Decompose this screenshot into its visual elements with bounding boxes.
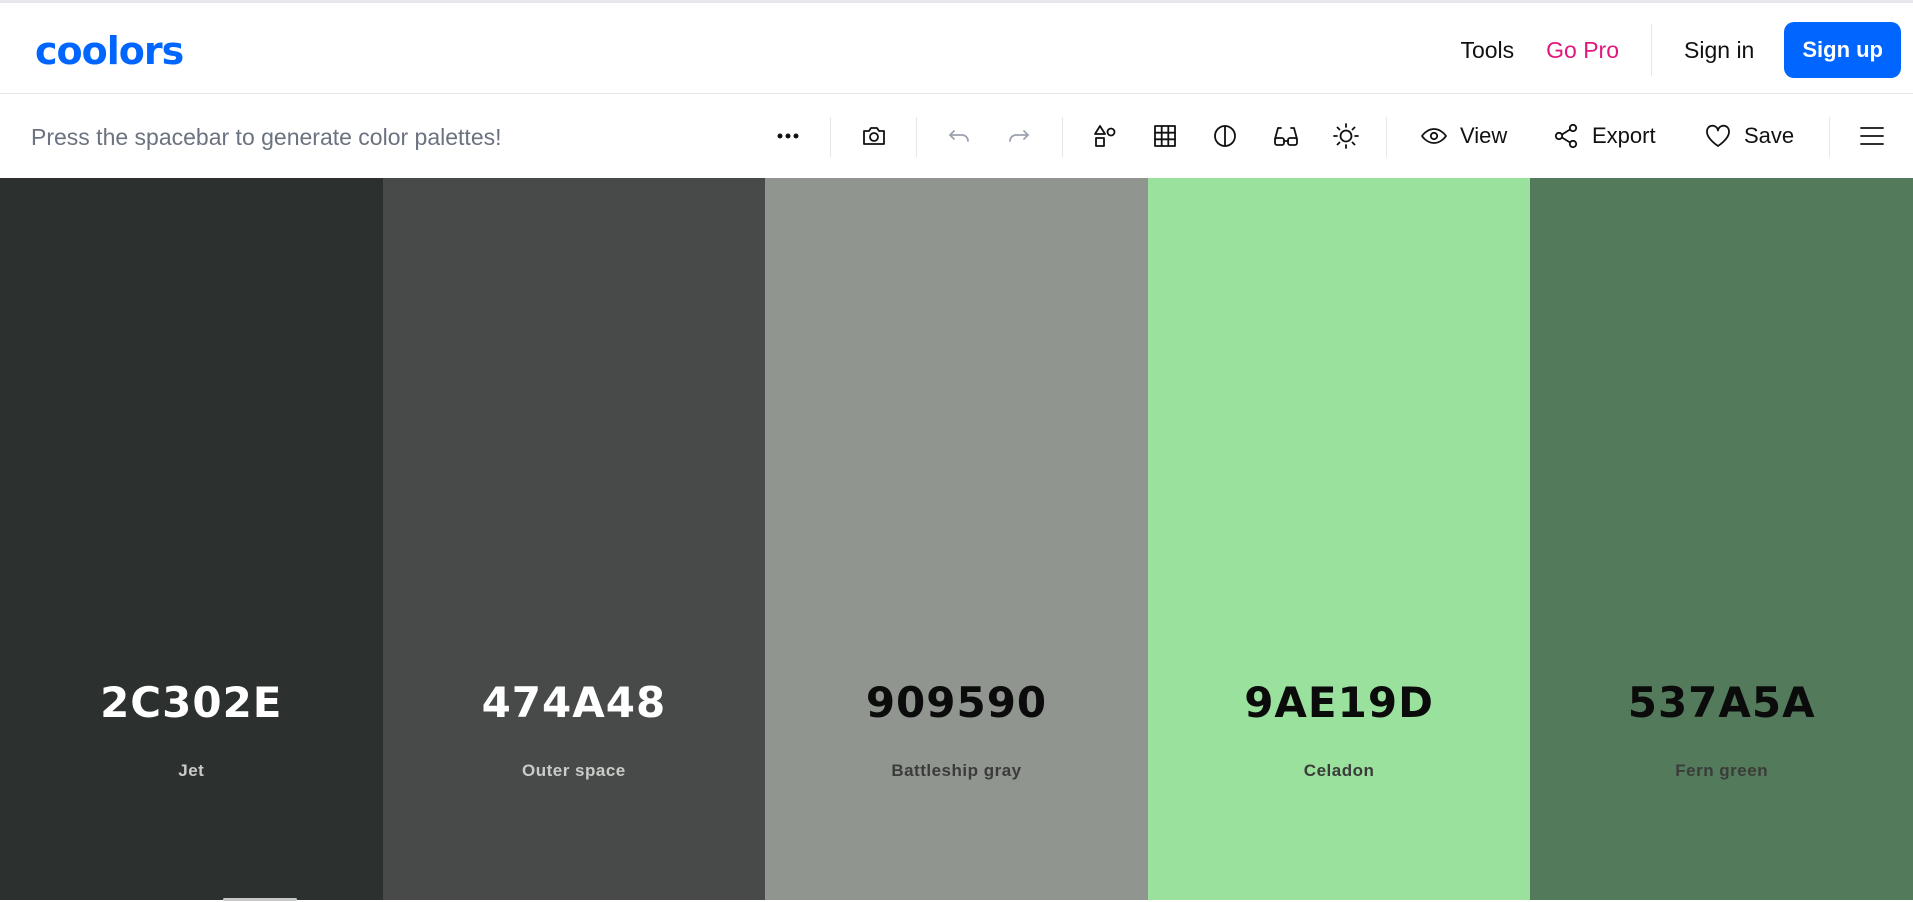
color-hex-code[interactable]: 2C302E [0,678,383,728]
more-icon [777,133,799,139]
heart-icon [1706,124,1730,147]
contrast-button[interactable] [1210,115,1240,157]
color-hex-code[interactable]: 537A5A [1530,678,1913,728]
color-hex-code[interactable]: 909590 [765,678,1148,728]
color-swatch[interactable]: 909590 Battleship gray [765,178,1148,900]
brightness-button[interactable] [1330,115,1362,157]
color-hex-code[interactable]: 9AE19D [1148,678,1531,728]
glasses-icon [1274,127,1298,146]
color-palette: 2C302E Jet 474A48 Outer space 909590 Bat… [0,178,1913,900]
menu-button[interactable] [1857,115,1887,157]
color-swatch[interactable]: 474A48 Outer space [382,178,766,900]
menu-icon [1860,127,1884,145]
color-swatch[interactable]: 537A5A Fern green [1530,178,1913,900]
nav-go-pro-link[interactable]: Go Pro [1530,22,1635,78]
grid-icon [1154,125,1176,147]
color-name: Outer space [522,761,626,780]
camera-icon [863,127,885,145]
spacebar-hint: Press the spacebar to generate color pal… [31,124,502,150]
save-button[interactable]: Save [1704,115,1794,157]
color-hex-code[interactable]: 474A48 [383,678,766,728]
undo-button[interactable] [944,115,974,157]
sun-icon [1333,123,1359,149]
export-label: Export [1592,123,1656,148]
eye-icon [1421,128,1447,144]
toolbar-divider [1062,117,1063,157]
color-name: Battleship gray [891,761,1022,780]
export-button[interactable]: Export [1552,115,1656,157]
share-icon [1554,123,1578,149]
grid-button[interactable] [1150,115,1180,157]
view-label: View [1460,123,1508,148]
color-blindness-button[interactable] [1270,115,1302,157]
shapes-button[interactable] [1090,115,1120,157]
toolbar-divider [1829,117,1830,157]
color-name: Fern green [1675,761,1769,780]
sign-up-button[interactable]: Sign up [1784,22,1901,78]
coolors-logo[interactable]: coolors [35,31,184,71]
color-name: Celadon [1303,761,1375,780]
color-name: Jet [178,761,205,780]
camera-button[interactable] [858,115,890,157]
site-header: coolors Tools Go Pro Sign in Sign up [0,3,1913,94]
shapes-icon [1094,125,1116,147]
generator-toolbar: Press the spacebar to generate color pal… [0,95,1913,178]
sign-in-link[interactable]: Sign in [1668,22,1770,78]
nav-tools-link[interactable]: Tools [1444,22,1530,78]
view-button[interactable]: View [1420,115,1507,157]
undo-icon [949,130,969,142]
color-swatch[interactable]: 2C302E Jet [0,178,383,900]
more-options-button[interactable] [772,115,804,157]
save-label: Save [1744,123,1795,148]
top-nav: Tools Go Pro Sign in Sign up [1444,22,1901,78]
toolbar-divider [1386,117,1387,157]
toolbar-divider [830,117,831,157]
horizontal-scrollbar[interactable] [223,898,297,901]
redo-button[interactable] [1004,115,1034,157]
redo-icon [1009,130,1029,142]
color-swatch[interactable]: 9AE19D Celadon [1147,178,1531,900]
contrast-icon [1214,125,1236,147]
nav-divider [1651,24,1653,76]
toolbar-divider [916,117,917,157]
